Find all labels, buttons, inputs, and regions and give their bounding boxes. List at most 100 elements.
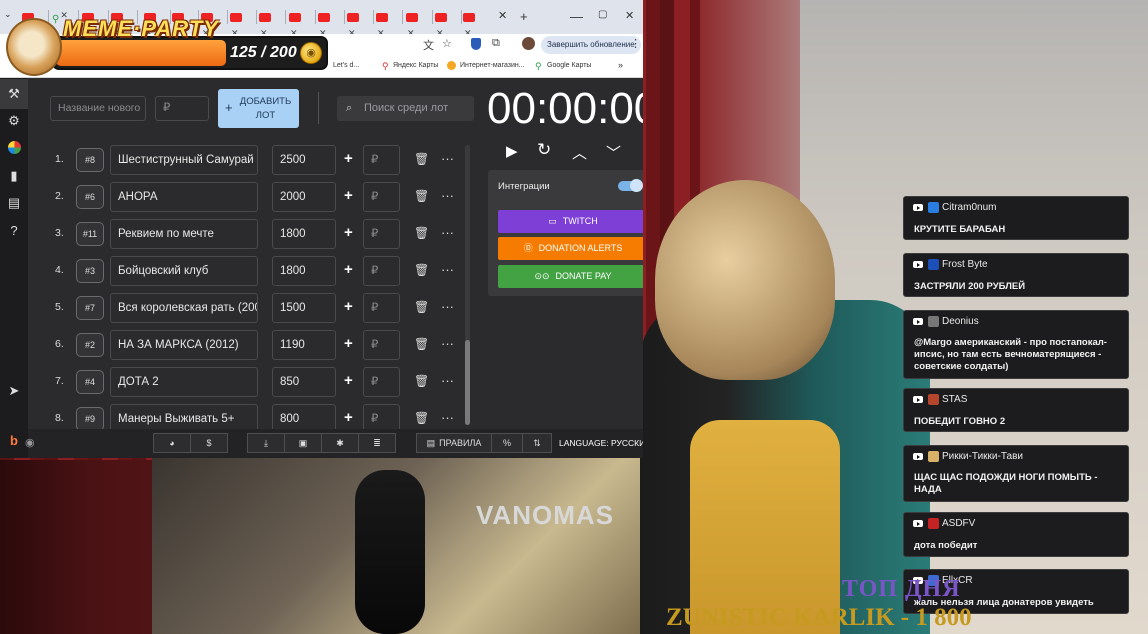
settings-icon[interactable]: ⚙: [6, 113, 22, 129]
shield-icon[interactable]: [471, 38, 481, 50]
lot-id-badge[interactable]: #4: [76, 370, 104, 394]
sort-button[interactable]: ⇅: [522, 433, 552, 453]
language-selector[interactable]: LANGUAGE: РУССКИ: [559, 438, 643, 448]
lot-add-amount-input[interactable]: ₽: [363, 293, 400, 323]
lot-name-input[interactable]: НА ЗА МАРКСА (2012): [110, 330, 258, 360]
delete-icon[interactable]: 🗑: [414, 226, 429, 240]
add-amount-icon[interactable]: +: [344, 335, 353, 352]
stats-icon[interactable]: ▮: [6, 168, 22, 184]
delete-icon[interactable]: 🗑: [414, 337, 429, 351]
more-options-icon[interactable]: ···: [441, 151, 454, 166]
lot-amount-input[interactable]: 1190: [272, 330, 336, 360]
lot-id-badge[interactable]: #2: [76, 333, 104, 357]
translate-icon[interactable]: 文: [423, 37, 434, 53]
add-amount-icon[interactable]: +: [344, 372, 353, 389]
lot-add-amount-input[interactable]: ₽: [363, 330, 400, 360]
delete-icon[interactable]: 🗑: [414, 189, 429, 203]
add-amount-icon[interactable]: +: [344, 224, 353, 241]
lot-list-scroll-thumb[interactable]: [465, 340, 470, 425]
lot-add-amount-input[interactable]: ₽: [363, 219, 400, 249]
brand-logo-icon[interactable]: b: [6, 433, 22, 449]
add-amount-icon[interactable]: +: [344, 150, 353, 167]
delete-icon[interactable]: 🗑: [414, 374, 429, 388]
delete-icon[interactable]: 🗑: [414, 152, 429, 166]
lot-add-amount-input[interactable]: ₽: [363, 145, 400, 175]
youtube-tab-icon[interactable]: ✕: [376, 9, 392, 38]
more-options-icon[interactable]: ···: [441, 373, 454, 388]
save-button[interactable]: ▣: [284, 433, 322, 453]
lot-add-amount-input[interactable]: ₽: [363, 256, 400, 286]
lot-amount-input[interactable]: 2000: [272, 182, 336, 212]
lot-name-input[interactable]: Шестиструнный Самурай: [110, 145, 258, 175]
minimize-icon[interactable]: —: [570, 9, 583, 24]
add-amount-icon[interactable]: +: [344, 409, 353, 426]
rules-button[interactable]: ▤ ПРАВИЛА: [416, 433, 492, 453]
menu-icon[interactable]: ⋮: [630, 37, 641, 50]
add-amount-icon[interactable]: +: [344, 187, 353, 204]
bookmark-item[interactable]: Интернет-магазин...: [460, 62, 525, 69]
more-options-icon[interactable]: ···: [441, 225, 454, 240]
new-lot-amount-input[interactable]: ₽: [155, 96, 209, 121]
lot-id-badge[interactable]: #8: [76, 148, 104, 172]
lot-amount-input[interactable]: 1800: [272, 219, 336, 249]
lot-name-input[interactable]: Вся королевская рать (200: [110, 293, 258, 323]
delete-icon[interactable]: 🗑: [414, 263, 429, 277]
lot-name-input[interactable]: Бойцовский клуб: [110, 256, 258, 286]
lot-id-badge[interactable]: #11: [76, 222, 104, 246]
help-icon[interactable]: ?: [6, 223, 22, 239]
more-options-icon[interactable]: ···: [441, 299, 454, 314]
integrations-toggle[interactable]: [618, 179, 643, 192]
lot-id-badge[interactable]: #6: [76, 185, 104, 209]
lot-amount-input[interactable]: 1800: [272, 256, 336, 286]
lot-search-input[interactable]: ⌕ Поиск среди лот: [337, 96, 474, 121]
lot-id-badge[interactable]: #3: [76, 259, 104, 283]
eye-icon[interactable]: ◉: [25, 436, 35, 449]
delete-icon[interactable]: 🗑: [414, 411, 429, 425]
donation-alerts-button[interactable]: Ⓓ DONATION ALERTS: [498, 237, 643, 260]
lot-add-amount-input[interactable]: ₽: [363, 182, 400, 212]
extensions-icon[interactable]: ⧉: [492, 37, 500, 50]
decrease-time-icon[interactable]: ﹀: [606, 142, 621, 163]
lot-name-input[interactable]: ДОТА 2: [110, 367, 258, 397]
lot-id-badge[interactable]: #7: [76, 296, 104, 320]
clear-button[interactable]: ≣: [358, 433, 396, 453]
increase-time-icon[interactable]: ︿: [572, 142, 587, 163]
lot-add-amount-input[interactable]: ₽: [363, 367, 400, 397]
bookmark-item[interactable]: Яндекс Карты: [393, 62, 438, 69]
lot-name-input[interactable]: Реквием по мечте: [110, 219, 258, 249]
more-bookmarks-icon[interactable]: »: [618, 60, 623, 70]
new-tab-icon[interactable]: +: [520, 9, 528, 24]
lot-amount-input[interactable]: 1500: [272, 293, 336, 323]
delete-icon[interactable]: 🗑: [414, 300, 429, 314]
maximize-icon[interactable]: ▢: [598, 9, 607, 20]
lot-id-badge[interactable]: #9: [76, 407, 104, 431]
wheel-icon[interactable]: [6, 141, 22, 157]
bug-report-button[interactable]: ✱: [321, 433, 359, 453]
download-button[interactable]: ⤓: [247, 433, 285, 453]
more-options-icon[interactable]: ···: [441, 262, 454, 277]
lot-name-input[interactable]: АНОРА: [110, 182, 258, 212]
twitch-button[interactable]: ▭ TWITCH: [498, 210, 643, 233]
more-options-icon[interactable]: ···: [441, 188, 454, 203]
add-amount-icon[interactable]: +: [344, 261, 353, 278]
github-button[interactable]: ◕: [153, 433, 191, 453]
more-options-icon[interactable]: ···: [441, 336, 454, 351]
telegram-icon[interactable]: ➤: [6, 383, 22, 399]
reset-icon[interactable]: ↻: [537, 140, 551, 160]
youtube-tab-icon[interactable]: ✕: [463, 9, 479, 38]
lot-amount-input[interactable]: 2500: [272, 145, 336, 175]
bookmark-item[interactable]: Let's d...: [333, 62, 359, 69]
youtube-tab-icon[interactable]: ✕: [347, 9, 363, 38]
gavel-icon[interactable]: ⚒: [0, 79, 28, 109]
youtube-tab-icon[interactable]: ✕: [435, 9, 451, 38]
update-button[interactable]: Завершить обновление: [541, 36, 641, 54]
new-lot-name-input[interactable]: Название нового: [50, 96, 146, 121]
lot-amount-input[interactable]: 850: [272, 367, 336, 397]
add-amount-icon[interactable]: +: [344, 298, 353, 315]
close-tab-icon[interactable]: ✕: [498, 9, 507, 22]
donate-button[interactable]: $: [190, 433, 228, 453]
percent-button[interactable]: %: [491, 433, 523, 453]
donate-pay-button[interactable]: ⊙⊙ DONATE PAY: [498, 265, 643, 288]
bookmark-item[interactable]: Google Карты: [547, 62, 591, 69]
more-options-icon[interactable]: ···: [441, 410, 454, 425]
